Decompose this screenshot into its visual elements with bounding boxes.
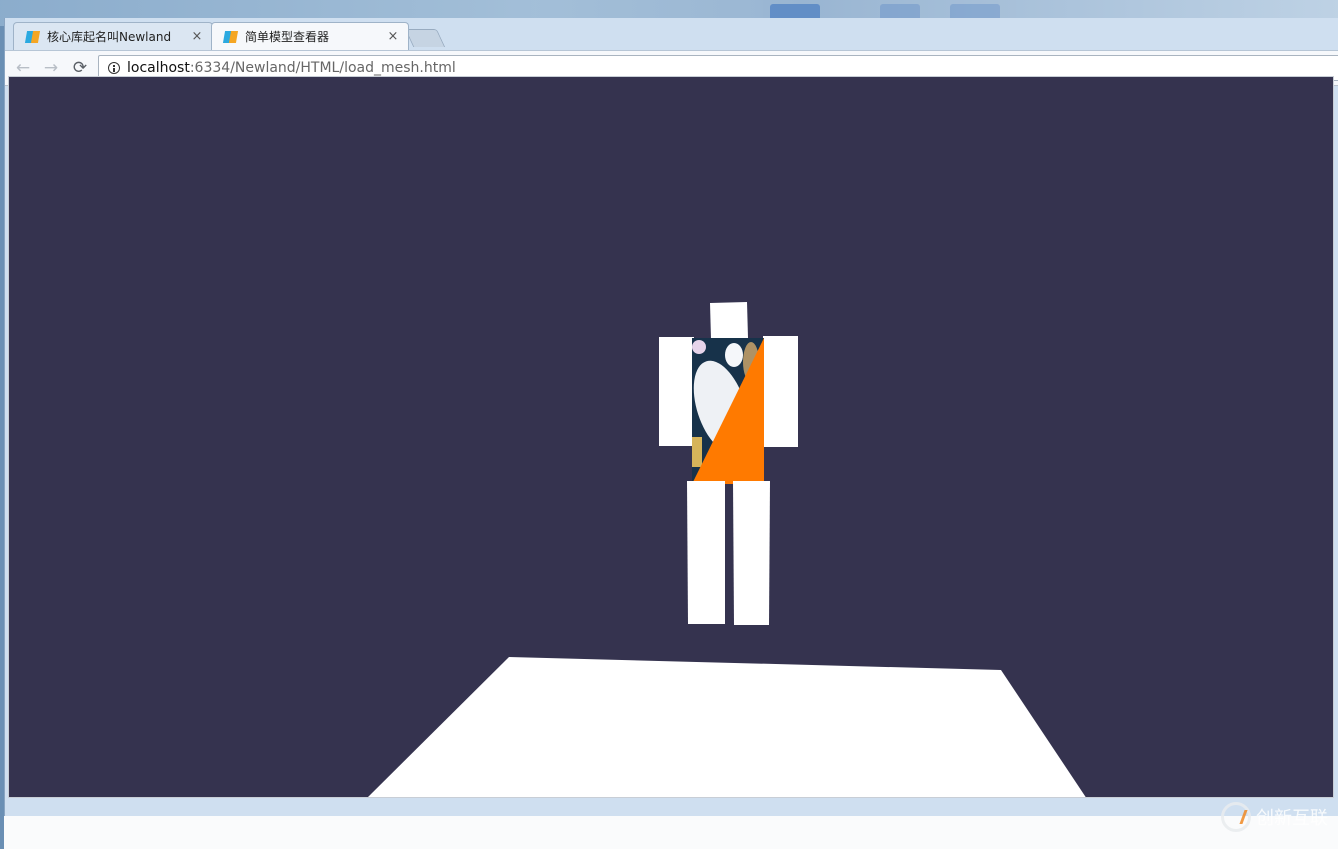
url-host: localhost xyxy=(127,60,190,76)
url-path: :6334/Newland/HTML/load_mesh.html xyxy=(189,60,456,76)
tab-label: 简单模型查看器 xyxy=(245,30,330,44)
model-left-arm xyxy=(659,337,694,446)
window-bottom xyxy=(4,816,1338,849)
webstorm-favicon-icon xyxy=(26,30,40,44)
close-icon[interactable]: × xyxy=(188,29,206,44)
watermark: 创新互联 xyxy=(1221,802,1328,832)
webgl-canvas[interactable] xyxy=(8,76,1334,798)
tab-label: 核心库起名叫Newland xyxy=(47,30,172,44)
model-floor-plane xyxy=(368,657,1086,797)
model-torso xyxy=(692,338,764,484)
brand-logo-icon xyxy=(1221,802,1251,832)
tab-newland-core[interactable]: 核心库起名叫Newland × xyxy=(13,22,213,50)
model-right-leg xyxy=(733,481,770,625)
info-icon[interactable] xyxy=(108,62,120,74)
watermark-text: 创新互联 xyxy=(1256,808,1328,829)
new-tab-button[interactable] xyxy=(404,29,446,47)
model-right-arm xyxy=(763,336,798,447)
tab-strip: 核心库起名叫Newland × 简单模型查看器 × xyxy=(5,18,1338,50)
scene-svg xyxy=(368,302,1086,797)
webstorm-favicon-icon xyxy=(224,30,238,44)
close-icon[interactable]: × xyxy=(384,29,402,44)
tab-model-viewer[interactable]: 简单模型查看器 × xyxy=(211,22,409,50)
model-left-leg xyxy=(687,481,725,624)
model-head xyxy=(710,302,748,339)
